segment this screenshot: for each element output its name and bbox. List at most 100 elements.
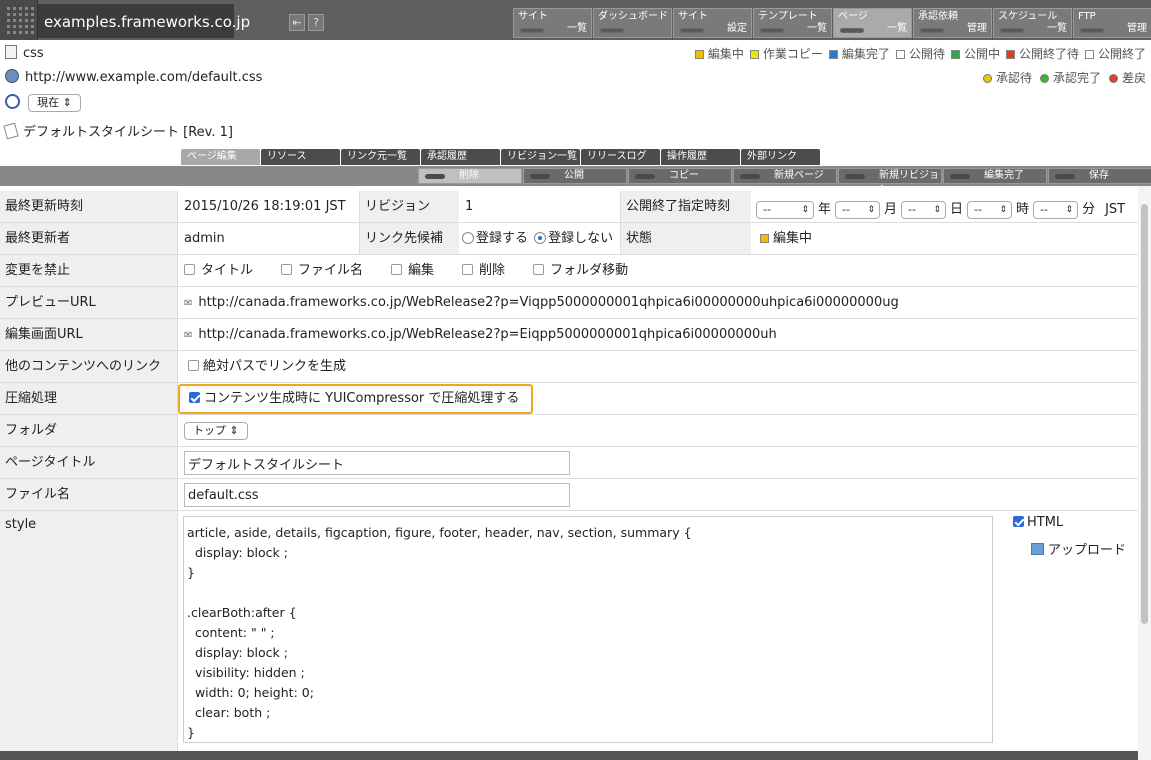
page-url[interactable]: http://www.example.com/default.css: [25, 70, 262, 85]
menu-pill-icon: [840, 28, 864, 33]
time-select[interactable]: 現在 ⇕: [28, 94, 81, 112]
menu-item-4[interactable]: ページ 一覧: [833, 8, 912, 38]
preview-url-link[interactable]: http://canada.frameworks.co.jp/WebReleas…: [198, 295, 898, 310]
label-preview-url: プレビューURL: [0, 287, 178, 318]
menu-item-1[interactable]: ダッシュボード: [593, 8, 672, 38]
menu-item-7[interactable]: FTP 管理: [1073, 8, 1151, 38]
lock-option-2[interactable]: 編集: [391, 263, 434, 278]
action-2[interactable]: コピー: [628, 168, 732, 184]
status-square-icon: [895, 50, 905, 59]
edit-url: ✉ http://canada.frameworks.co.jp/WebRelea…: [184, 319, 777, 350]
tab-5[interactable]: リリースログ: [581, 149, 660, 165]
html-option[interactable]: HTML: [1013, 515, 1063, 530]
row-preview-url: プレビューURL ✉ http://canada.frameworks.co.jp…: [0, 287, 1138, 319]
label-state: 状態: [620, 223, 751, 254]
action-label: 削除: [459, 170, 479, 181]
action-3[interactable]: 新規ページ: [733, 168, 837, 184]
file-name-input[interactable]: [184, 483, 570, 507]
help-icon[interactable]: ?: [308, 14, 324, 31]
menu-item-bottom: 一覧: [887, 23, 907, 34]
approval-dot-icon: [1108, 74, 1118, 83]
date-unit-label: 年: [818, 202, 832, 217]
edit-url-link[interactable]: http://canada.frameworks.co.jp/WebReleas…: [198, 327, 776, 342]
menu-item-3[interactable]: テンプレート 一覧: [753, 8, 832, 38]
lock-option-0[interactable]: タイトル: [184, 263, 253, 278]
edit-form: 最終更新時刻 2015/10/26 18:19:01 JST リビジョン 1 公…: [0, 186, 1138, 760]
menu-pill-icon: [1000, 28, 1024, 33]
menu-item-0[interactable]: サイト 一覧: [513, 8, 592, 38]
tab-6[interactable]: 操作履歴: [661, 149, 740, 165]
scrollbar[interactable]: [1138, 186, 1151, 760]
lock-option-1[interactable]: ファイル名: [281, 263, 363, 278]
abs-path-checkbox[interactable]: [188, 360, 199, 371]
pub-end-selects: -- ⇕ 年 -- ⇕ 月 -- ⇕ 日 -- ⇕ 時 -- ⇕ 分 JST: [756, 198, 1125, 219]
scrollbar-thumb[interactable]: [1141, 204, 1148, 624]
menu-item-top: ダッシュボード: [598, 11, 668, 22]
row-lock: 変更を禁止 タイトル ファイル名 編集 削除 フォルダ移動: [0, 255, 1138, 287]
row-edit-url: 編集画面URL ✉ http://canada.frameworks.co.jp/…: [0, 319, 1138, 351]
legend-status-6: 公開終了: [1084, 47, 1146, 61]
menu-item-2[interactable]: サイト 設定: [673, 8, 752, 38]
page-title: デフォルトスタイルシート [Rev. 1]: [23, 125, 233, 140]
lock-checkbox[interactable]: [184, 264, 195, 275]
tab-2[interactable]: リンク元一覧: [341, 149, 420, 165]
lock-checkbox[interactable]: [462, 264, 474, 275]
pub-end-select-0[interactable]: -- ⇕: [756, 201, 814, 219]
back-icon[interactable]: ⇤: [289, 14, 305, 31]
compress-option[interactable]: コンテンツ生成時に YUICompressor で圧縮処理する: [178, 384, 533, 414]
abs-path-option[interactable]: 絶対パスでリンクを生成: [188, 351, 346, 382]
updown-icon: ⇕: [801, 205, 809, 215]
tab-0[interactable]: ページ編集: [181, 149, 260, 165]
folder-select[interactable]: トップ ⇕: [184, 422, 248, 440]
action-1[interactable]: 公開: [523, 168, 627, 184]
menu-item-bottom: 設定: [727, 23, 747, 34]
action-pill-icon: [845, 174, 865, 179]
row-folder: フォルダ トップ ⇕: [0, 415, 1138, 447]
style-code-editor[interactable]: article, aside, details, figcaption, fig…: [183, 516, 993, 743]
grid-logo-icon[interactable]: [0, 0, 38, 40]
label-other-link: 他のコンテンツへのリンク: [0, 351, 178, 382]
radio-register[interactable]: [462, 232, 474, 244]
tab-4[interactable]: リビジョン一覧: [501, 149, 580, 165]
radio-no-register[interactable]: [534, 232, 547, 244]
row-page-title: ページタイトル: [0, 447, 1138, 479]
action-5[interactable]: 編集完了: [943, 168, 1047, 184]
label-file-name: ファイル名: [0, 479, 178, 510]
lock-checkbox[interactable]: [533, 264, 545, 275]
pub-end-select-1[interactable]: -- ⇕: [835, 201, 881, 219]
lock-option-3[interactable]: 削除: [462, 263, 505, 278]
editing-status-icon: [760, 234, 769, 243]
updown-icon: ⇕: [999, 205, 1008, 215]
action-pill-icon: [425, 174, 445, 179]
action-6[interactable]: 保存: [1048, 168, 1151, 184]
tab-1[interactable]: リソース: [261, 149, 340, 165]
menu-item-6[interactable]: スケジュール 一覧: [993, 8, 1072, 38]
tab-3[interactable]: 承認履歴: [421, 149, 500, 165]
menu-item-bottom: 管理: [967, 23, 987, 34]
html-checkbox[interactable]: [1013, 516, 1024, 527]
action-0[interactable]: 削除: [418, 168, 522, 184]
pub-end-select-3[interactable]: -- ⇕: [967, 201, 1013, 219]
action-4[interactable]: 新規リビジョン: [838, 168, 942, 195]
pub-end-select-2[interactable]: -- ⇕: [901, 201, 947, 219]
row-other-link: 他のコンテンツへのリンク 絶対パスでリンクを生成: [0, 351, 1138, 383]
pub-end-select-4[interactable]: -- ⇕: [1033, 201, 1079, 219]
legend-status-2: 編集完了: [828, 47, 890, 61]
tab-7[interactable]: 外部リンク: [741, 149, 820, 165]
lock-option-4[interactable]: フォルダ移動: [533, 263, 628, 278]
status-square-icon: [749, 50, 759, 59]
compress-checkbox[interactable]: [189, 392, 200, 403]
page-title-input[interactable]: [184, 451, 570, 475]
site-domain-tab[interactable]: examples.frameworks.co.jp: [38, 4, 250, 38]
menu-item-top: サイト: [518, 11, 548, 22]
lock-checkbox[interactable]: [391, 264, 403, 275]
action-label: コピー: [669, 170, 699, 181]
row-compress: 圧縮処理 コンテンツ生成時に YUICompressor で圧縮処理する: [0, 383, 1138, 415]
menu-item-5[interactable]: 承認依頼 管理: [913, 8, 992, 38]
legend-status-5: 公開終了待: [1005, 47, 1079, 61]
lock-checkbox[interactable]: [281, 264, 293, 275]
upload-button[interactable]: アップロード: [1031, 539, 1126, 558]
menu-pill-icon: [680, 28, 704, 33]
menu-pill-icon: [920, 28, 944, 33]
action-pill-icon: [740, 174, 760, 179]
